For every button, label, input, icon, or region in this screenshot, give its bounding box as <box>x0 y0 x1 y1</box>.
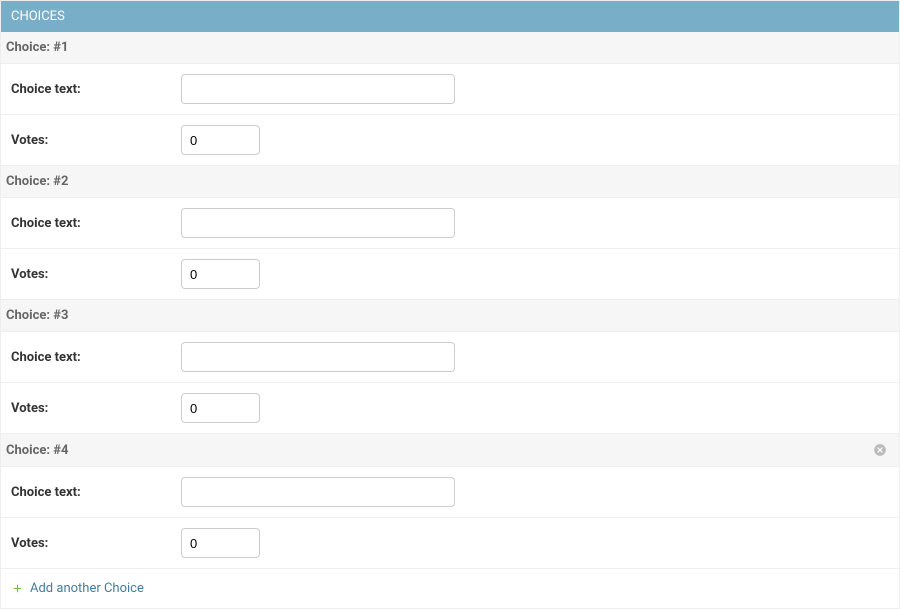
choice-text-input[interactable] <box>181 477 455 507</box>
choice-header-label: Choice: #3 <box>6 308 68 323</box>
delete-choice-icon[interactable] <box>872 442 888 458</box>
choice-text-row: Choice text: <box>1 64 899 115</box>
choice-block: Choice: #2 Choice text: Votes: <box>1 166 899 300</box>
choice-block: Choice: #1 Choice text: Votes: <box>1 32 899 166</box>
choice-text-label: Choice text: <box>11 350 181 365</box>
add-another-choice-link[interactable]: Add another Choice <box>11 581 144 596</box>
choice-header-label: Choice: #1 <box>6 40 68 55</box>
choice-header-label: Choice: #4 <box>6 443 68 458</box>
votes-label: Votes: <box>11 133 181 148</box>
choice-text-row: Choice text: <box>1 332 899 383</box>
add-another-choice-label: Add another Choice <box>30 581 144 596</box>
choice-block: Choice: #3 Choice text: Votes: <box>1 300 899 434</box>
panel-title: CHOICES <box>1 1 899 32</box>
choice-header: Choice: #4 <box>1 434 899 467</box>
votes-input[interactable] <box>181 259 260 289</box>
votes-input[interactable] <box>181 528 260 558</box>
choice-text-label: Choice text: <box>11 216 181 231</box>
choices-container: Choice: #1Choice text:Votes:Choice: #2Ch… <box>1 32 899 569</box>
votes-label: Votes: <box>11 267 181 282</box>
choice-text-input[interactable] <box>181 208 455 238</box>
plus-icon <box>11 582 24 595</box>
votes-input[interactable] <box>181 393 260 423</box>
choice-text-input[interactable] <box>181 342 455 372</box>
add-row: Add another Choice <box>1 569 899 608</box>
votes-label: Votes: <box>11 401 181 416</box>
choice-header: Choice: #3 <box>1 300 899 332</box>
choice-text-label: Choice text: <box>11 485 181 500</box>
votes-label: Votes: <box>11 536 181 551</box>
choice-header: Choice: #2 <box>1 166 899 198</box>
choice-header-label: Choice: #2 <box>6 174 68 189</box>
choices-panel: CHOICES Choice: #1Choice text:Votes:Choi… <box>0 0 900 609</box>
votes-row: Votes: <box>1 115 899 166</box>
votes-row: Votes: <box>1 249 899 300</box>
choice-text-input[interactable] <box>181 74 455 104</box>
choice-text-label: Choice text: <box>11 82 181 97</box>
votes-row: Votes: <box>1 383 899 434</box>
votes-input[interactable] <box>181 125 260 155</box>
votes-row: Votes: <box>1 518 899 569</box>
choice-block: Choice: #4 Choice text: Votes: <box>1 434 899 569</box>
choice-text-row: Choice text: <box>1 467 899 518</box>
choice-header: Choice: #1 <box>1 32 899 64</box>
choice-text-row: Choice text: <box>1 198 899 249</box>
